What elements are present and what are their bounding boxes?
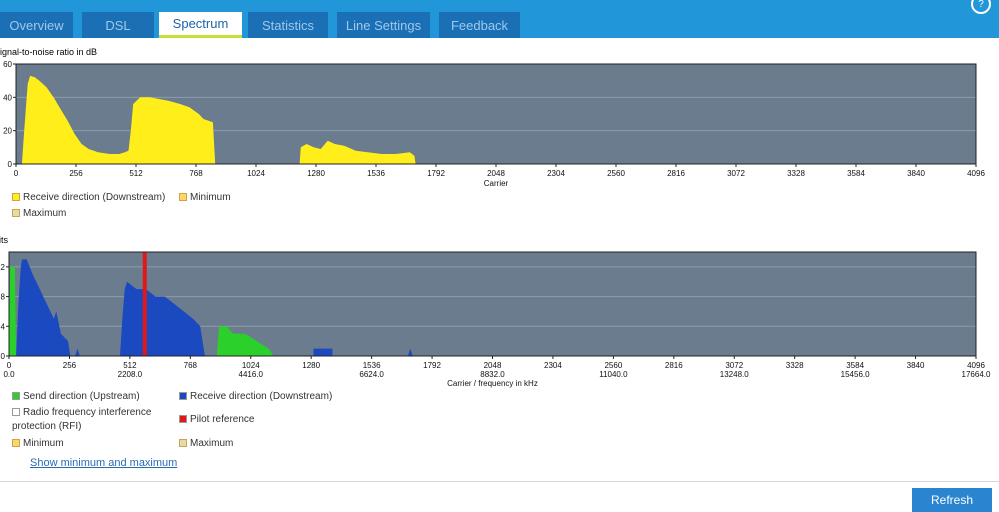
y-tick-label: 0 xyxy=(1,352,6,361)
frequency-tick-label: 2208.0 xyxy=(118,370,143,379)
x-tick-label: 3072 xyxy=(725,361,743,370)
tab-dsl[interactable]: DSL xyxy=(82,12,154,38)
x-tick-label: 3584 xyxy=(846,361,864,370)
legend-downstream: Receive direction (Downstream) xyxy=(12,191,165,205)
x-tick-label: 3328 xyxy=(786,361,804,370)
x-tick-label: 2816 xyxy=(667,169,685,178)
y-tick-label: 0 xyxy=(8,160,13,169)
x-tick-label: 3072 xyxy=(727,169,745,178)
x-tick-label: 512 xyxy=(123,361,137,370)
tab-overview[interactable]: Overview xyxy=(0,12,73,38)
x-tick-label: 512 xyxy=(129,169,143,178)
legend-swatch xyxy=(12,439,20,448)
legend-swatch xyxy=(179,415,187,424)
x-tick-label: 768 xyxy=(184,361,198,370)
x-tick-label: 3584 xyxy=(847,169,865,178)
x-tick-label: 2560 xyxy=(607,169,625,178)
x-tick-label: 4096 xyxy=(967,169,985,178)
series-area xyxy=(9,266,17,356)
y-tick-label: 20 xyxy=(3,127,12,136)
x-tick-label: 1792 xyxy=(423,361,441,370)
frequency-tick-label: 15456.0 xyxy=(841,370,870,379)
x-axis-label: Carrier xyxy=(484,179,509,188)
frequency-tick-label: 17664.0 xyxy=(962,370,991,379)
legend-rfi: Radio frequency interference protection … xyxy=(12,407,152,432)
y-tick-label: 40 xyxy=(3,93,12,102)
refresh-button[interactable]: Refresh xyxy=(912,488,992,512)
tab-bar: Overview DSL Spectrum Statistics Line Se… xyxy=(0,0,999,38)
frequency-tick-label: 11040.0 xyxy=(599,370,628,379)
x-tick-label: 3840 xyxy=(907,169,925,178)
legend-downstream: Receive direction (Downstream) xyxy=(179,390,332,404)
frequency-tick-label: 6624.0 xyxy=(359,370,384,379)
x-tick-label: 1024 xyxy=(242,361,260,370)
x-tick-label: 256 xyxy=(63,361,77,370)
frequency-tick-label: 13248.0 xyxy=(720,370,749,379)
frequency-tick-label: 4416.0 xyxy=(239,370,264,379)
y-tick-label: 8 xyxy=(1,293,6,302)
x-tick-label: 1280 xyxy=(307,169,325,178)
x-tick-label: 1792 xyxy=(427,169,445,178)
legend-swatch xyxy=(12,193,20,202)
y-tick-label: 4 xyxy=(1,322,6,331)
legend-maximum: Maximum xyxy=(179,437,233,451)
series-area xyxy=(313,348,333,356)
x-tick-label: 3328 xyxy=(787,169,805,178)
x-tick-label: 2304 xyxy=(547,169,565,178)
legend-swatch xyxy=(179,392,187,401)
x-tick-label: 1536 xyxy=(363,361,381,370)
legend-upstream: Send direction (Upstream) xyxy=(12,390,140,404)
legend-swatch xyxy=(12,392,20,401)
divider xyxy=(0,481,999,482)
legend-minimum: Minimum xyxy=(179,191,231,205)
frequency-tick-label: 8832.0 xyxy=(480,370,505,379)
x-tick-label: 2048 xyxy=(487,169,505,178)
legend-pilot: Pilot reference xyxy=(179,413,254,427)
bits-chart: 0481200.02565122208.076810244416.0128015… xyxy=(0,251,991,388)
snr-chart: 0 20 40 60 0 256 512 768 1024 1280 1536 1792 2048 230… xyxy=(3,60,985,188)
tab-feedback[interactable]: Feedback xyxy=(439,12,520,38)
tab-statistics[interactable]: Statistics xyxy=(248,12,328,38)
x-tick-label: 1024 xyxy=(247,169,265,178)
x-axis-label: Carrier / frequency in kHz xyxy=(447,379,538,388)
help-icon[interactable]: ? xyxy=(971,0,991,14)
x-tick-label: 2304 xyxy=(544,361,562,370)
legend-minimum: Minimum xyxy=(12,437,64,451)
legend-swatch xyxy=(179,193,187,202)
x-tick-label: 256 xyxy=(69,169,83,178)
x-tick-label: 2048 xyxy=(484,361,502,370)
y-tick-label: 60 xyxy=(3,60,12,69)
legend-swatch xyxy=(12,408,20,417)
tab-spectrum[interactable]: Spectrum xyxy=(159,12,242,38)
legend-swatch xyxy=(179,439,187,448)
x-tick-label: 768 xyxy=(189,169,203,178)
x-tick-label: 1280 xyxy=(302,361,320,370)
tab-line-settings[interactable]: Line Settings xyxy=(337,12,430,38)
legend-maximum: Maximum xyxy=(12,207,66,221)
x-tick-label: 2560 xyxy=(604,361,622,370)
frequency-tick-label: 0.0 xyxy=(3,370,15,379)
y-tick-label: 12 xyxy=(0,263,6,272)
x-tick-label: 4096 xyxy=(967,361,985,370)
x-tick-label: 1536 xyxy=(367,169,385,178)
x-tick-label: 3840 xyxy=(907,361,925,370)
legend-swatch xyxy=(12,209,20,218)
show-minmax-link[interactable]: Show minimum and maximum xyxy=(30,457,177,469)
x-tick-label: 0 xyxy=(7,361,12,370)
x-tick-label: 0 xyxy=(14,169,19,178)
x-tick-label: 2816 xyxy=(665,361,683,370)
